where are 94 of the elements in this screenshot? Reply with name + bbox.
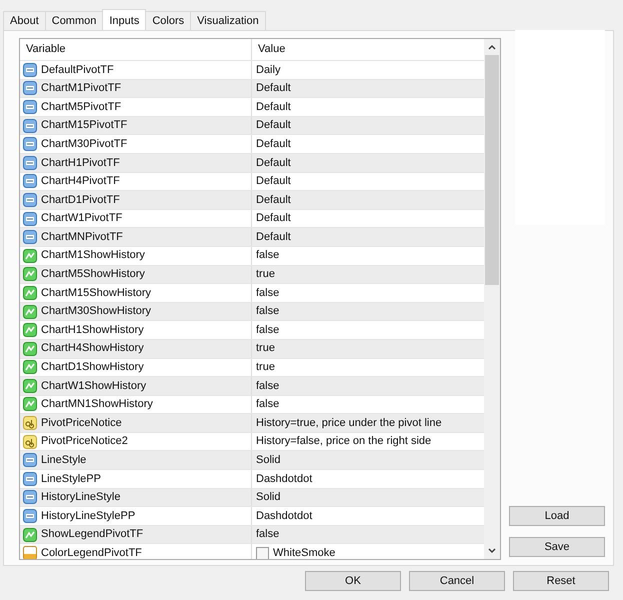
value-text[interactable]: Solid: [256, 452, 280, 469]
value-text[interactable]: Default: [256, 80, 291, 97]
scroll-down-icon[interactable]: [488, 548, 496, 554]
variable-name: ChartM1ShowHistory: [41, 248, 145, 264]
variable-name: ChartM30ShowHistory: [41, 304, 152, 320]
value-text[interactable]: Default: [256, 154, 291, 172]
variable-name: ChartH1PivotTF: [41, 156, 120, 171]
number-icon: [23, 230, 37, 244]
number-icon: [23, 453, 37, 468]
variable-name: LineStyle: [41, 453, 86, 468]
number-icon: [23, 156, 37, 170]
variable-name: ShowLegendPivotTF: [41, 527, 144, 542]
value-text[interactable]: WhiteSmoke: [273, 544, 336, 559]
dialog-button[interactable]: Reset: [513, 571, 609, 591]
variable-name: LineStylePP: [41, 472, 101, 487]
variable-name: ChartMN1ShowHistory: [41, 397, 153, 412]
value-text[interactable]: Default: [256, 210, 291, 227]
chart-icon: [23, 528, 37, 542]
variable-name: DefaultPivotTF: [41, 62, 114, 78]
side-button[interactable]: Save: [509, 537, 605, 557]
variable-name: ChartM5ShowHistory: [41, 267, 145, 282]
number-icon: [23, 212, 37, 226]
variable-name: ChartM15ShowHistory: [41, 286, 152, 301]
number-icon: [23, 62, 37, 77]
chart-icon: [23, 397, 37, 412]
value-text[interactable]: Dashdotdot: [256, 470, 312, 488]
variable-name: ChartM30PivotTF: [41, 136, 128, 152]
number-icon: [23, 472, 37, 486]
value-text[interactable]: false: [256, 247, 280, 264]
value-text[interactable]: Default: [256, 136, 291, 152]
variable-name: ChartM1PivotTF: [41, 81, 122, 96]
variable-name: PivotPriceNotice: [41, 416, 122, 431]
variable-name: HistoryLineStylePP: [41, 508, 136, 524]
value-text[interactable]: Default: [256, 192, 291, 208]
number-icon: [23, 137, 37, 152]
value-text[interactable]: false: [256, 303, 280, 320]
scroll-thumb[interactable]: [485, 55, 499, 285]
scroll-up-icon[interactable]: [488, 44, 496, 50]
chart-icon: [23, 286, 37, 300]
dialog-button[interactable]: OK: [305, 571, 401, 591]
value-text[interactable]: Daily: [256, 62, 280, 78]
variable-name: ChartMNPivotTF: [41, 230, 123, 245]
number-icon: [23, 490, 37, 504]
number-icon: [23, 174, 37, 188]
variable-name: HistoryLineStyle: [41, 490, 120, 506]
value-text[interactable]: Default: [256, 228, 291, 246]
variable-name: ChartH4PivotTF: [41, 174, 120, 190]
variable-name: ColorLegendPivotTF: [41, 546, 142, 559]
number-icon: [23, 81, 37, 96]
chart-icon: [23, 267, 37, 282]
dialog-button[interactable]: Cancel: [409, 571, 505, 591]
value-text[interactable]: false: [256, 396, 280, 413]
chart-icon: [23, 248, 37, 263]
variable-name: ChartM15PivotTF: [41, 118, 128, 134]
number-icon: [23, 100, 37, 114]
number-icon: [23, 192, 37, 207]
chart-icon: [23, 304, 37, 319]
value-text[interactable]: Dashdotdot: [256, 508, 312, 524]
value-text[interactable]: Default: [256, 98, 291, 116]
tab[interactable]: Inputs: [102, 9, 146, 30]
number-icon: [23, 509, 37, 524]
tab[interactable]: Visualization: [190, 11, 266, 30]
value-text[interactable]: true: [256, 340, 275, 357]
text-icon: [23, 434, 37, 449]
value-text[interactable]: History=true, price under the pivot line: [256, 414, 442, 432]
variable-name: ChartD1ShowHistory: [41, 360, 144, 376]
text-icon: [23, 416, 37, 430]
column-header[interactable]: Value: [252, 39, 484, 60]
variable-name: ChartH1ShowHistory: [41, 322, 144, 338]
variable-name: ChartH4ShowHistory: [41, 341, 144, 356]
value-text[interactable]: false: [256, 322, 280, 338]
value-text[interactable]: Default: [256, 117, 291, 134]
chart-icon: [23, 342, 37, 356]
chart-icon: [23, 323, 37, 338]
scrollbar[interactable]: [484, 39, 500, 559]
number-icon: [23, 118, 37, 133]
value-text[interactable]: Solid: [256, 489, 280, 506]
value-text[interactable]: false: [256, 378, 280, 394]
variable-name: ChartM5PivotTF: [41, 100, 122, 115]
variable-name: ChartD1PivotTF: [41, 192, 120, 208]
tab[interactable]: About: [3, 11, 46, 30]
value-text[interactable]: false: [256, 526, 280, 543]
value-text[interactable]: Default: [256, 173, 291, 190]
chart-icon: [23, 360, 37, 374]
side-button[interactable]: Load: [509, 506, 605, 526]
column-header[interactable]: Variable: [20, 39, 252, 60]
value-text[interactable]: History=false, price on the right side: [256, 433, 432, 450]
variable-name: PivotPriceNotice2: [41, 434, 128, 450]
value-text[interactable]: false: [256, 284, 280, 302]
value-text[interactable]: true: [256, 359, 275, 376]
variable-name: ChartW1ShowHistory: [41, 378, 146, 394]
variable-name: ChartW1PivotTF: [41, 211, 122, 226]
chart-icon: [23, 378, 37, 393]
value-text[interactable]: true: [256, 266, 275, 283]
